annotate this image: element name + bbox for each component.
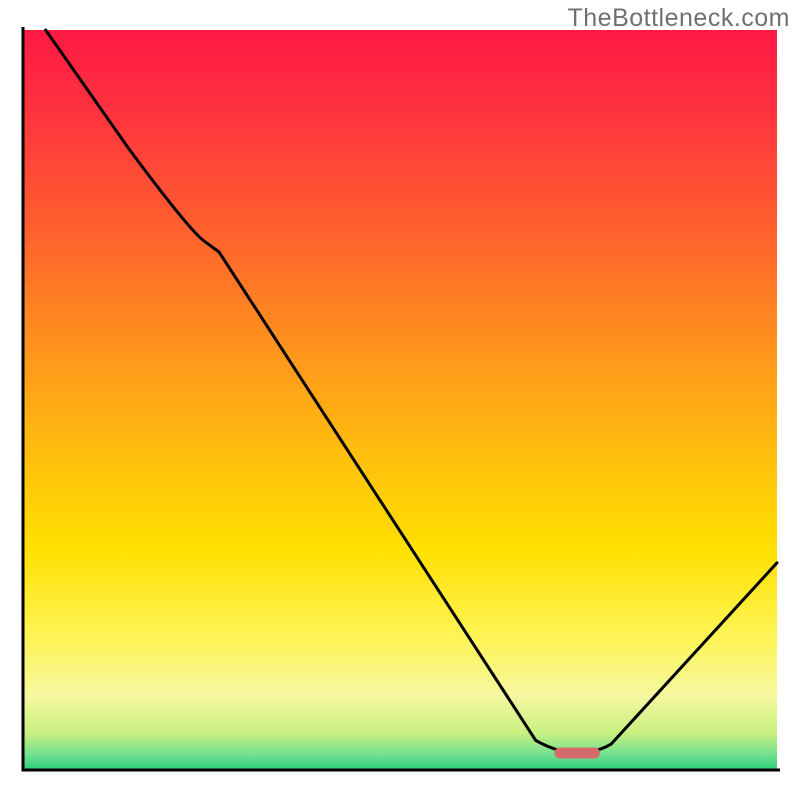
chart-frame: TheBottleneck.com: [0, 0, 800, 800]
watermark-text: TheBottleneck.com: [568, 4, 791, 33]
optimal-marker: [555, 747, 600, 758]
plot-background: [23, 30, 777, 770]
bottleneck-chart: [0, 0, 800, 800]
